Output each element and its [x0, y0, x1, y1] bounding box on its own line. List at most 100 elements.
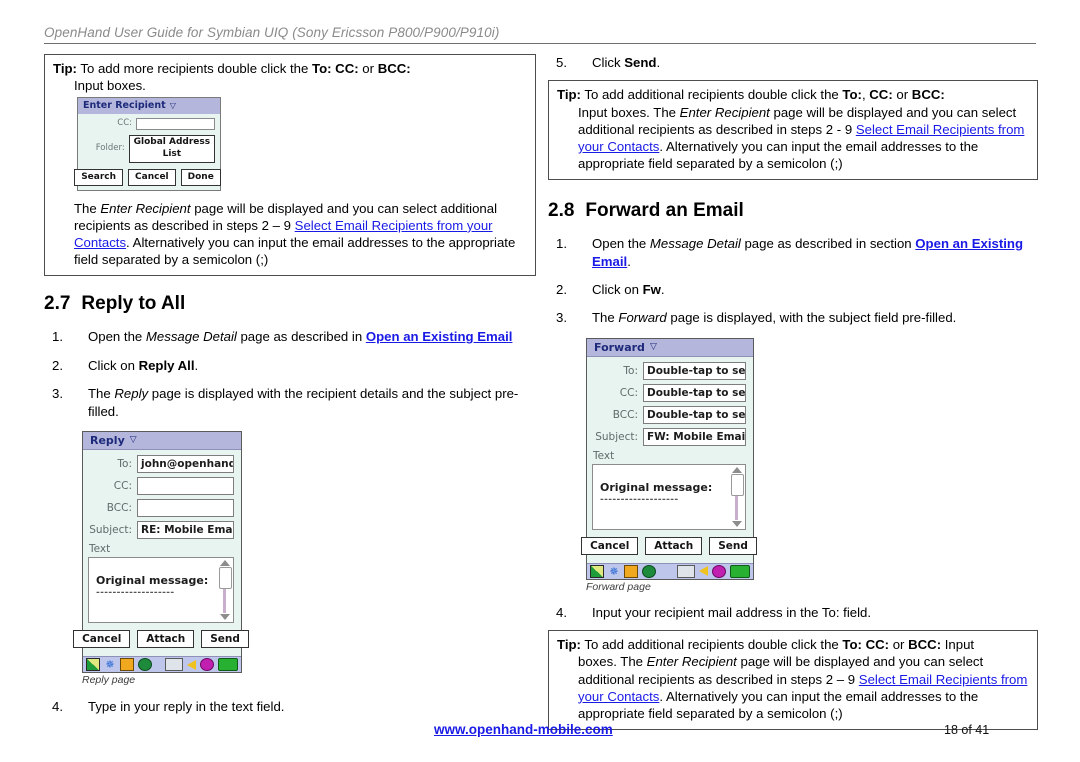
cc-input[interactable]: Double-tap to search: [643, 383, 746, 402]
scroll-thumb[interactable]: [731, 473, 744, 496]
tip-bold-bcc: BCC:: [377, 61, 411, 76]
chevron-down-icon[interactable]: ▽: [130, 436, 137, 445]
reply-taskbar: ✵: [83, 656, 241, 673]
step-text-a: Click on: [88, 357, 139, 373]
clock-icon[interactable]: [712, 564, 726, 578]
browser-icon[interactable]: [138, 658, 152, 672]
message-textarea[interactable]: Original message: -------------------: [88, 557, 234, 624]
step-text-b: page as described in: [236, 329, 366, 345]
tip3-sep1: or: [889, 637, 909, 653]
bluetooth-icon[interactable]: ✵: [104, 659, 116, 670]
step-text-bold: Reply All: [138, 357, 195, 373]
reply-screenshot-wrapper: Reply ▽ To: john@openhand.con CC: BCC: S…: [73, 431, 249, 686]
speaker-icon[interactable]: [187, 659, 196, 670]
keyboard-icon[interactable]: [165, 658, 183, 672]
step-text-a: Type in your reply in the text field.: [88, 699, 285, 715]
textarea-scrollbar[interactable]: [218, 560, 232, 621]
tip3-lead: To add additional recipients double clic…: [580, 637, 843, 653]
field-row-bcc: BCC:: [88, 499, 234, 518]
to-label: To:: [117, 458, 132, 471]
forward-taskbar: ✵: [587, 562, 753, 579]
to-input[interactable]: Double-tap to search: [643, 361, 746, 380]
header-title: OpenHand User Guide for Symbian UIQ (Son…: [44, 25, 500, 40]
step-text-a: The: [592, 310, 619, 326]
search-button[interactable]: Search: [74, 169, 124, 186]
scroll-track[interactable]: [219, 567, 232, 614]
send-button[interactable]: Send: [201, 630, 249, 649]
bcc-input[interactable]: Double-tap to search: [643, 405, 746, 424]
step-item: 3. The Reply page is displayed with the …: [44, 385, 536, 420]
step-text-b: .: [656, 55, 661, 70]
steps-list-2-8-cont: 4. Input your recipient mail address in …: [548, 604, 1038, 621]
battery-icon[interactable]: [730, 564, 750, 578]
cancel-button[interactable]: Cancel: [73, 630, 131, 649]
tip-label: Tip:: [53, 61, 77, 76]
bcc-input[interactable]: [137, 499, 234, 518]
subject-input[interactable]: FW: Mobile Email: [643, 427, 746, 446]
step-number: 1.: [556, 236, 567, 252]
text-label: Text: [89, 543, 111, 556]
to-input[interactable]: john@openhand.con: [137, 455, 234, 474]
done-button[interactable]: Done: [180, 169, 221, 186]
tip2-bold-bcc: BCC:: [911, 87, 945, 103]
bluetooth-icon[interactable]: ✵: [608, 566, 620, 577]
signal-icon[interactable]: [590, 564, 604, 578]
step-text-a: Open the: [592, 236, 650, 252]
message-textarea[interactable]: Original message: -------------------: [592, 463, 746, 530]
footer-url-link[interactable]: www.openhand-mobile.com: [434, 722, 613, 737]
scroll-up-icon[interactable]: [731, 466, 742, 473]
scroll-down-icon[interactable]: [219, 614, 230, 621]
attach-button[interactable]: Attach: [137, 630, 195, 649]
enter-recipient-titlebar: Enter Recipient ▽: [78, 98, 220, 114]
section-title: Reply to All: [81, 293, 186, 315]
textarea-scrollbar[interactable]: [730, 466, 744, 527]
chevron-down-icon[interactable]: ▽: [170, 101, 176, 111]
scroll-track[interactable]: [731, 473, 744, 520]
clock-icon[interactable]: [200, 658, 214, 672]
mail-icon[interactable]: [624, 564, 638, 578]
reply-titlebar: Reply ▽: [83, 432, 241, 451]
step-number: 2.: [52, 357, 63, 373]
step-text-bold: Send: [624, 55, 657, 70]
link-contacts[interactable]: Contacts: [74, 235, 126, 250]
subject-input[interactable]: RE: Mobile Email: [137, 521, 234, 540]
link-open-existing-email[interactable]: Open an Existing Email: [366, 329, 513, 344]
cancel-button[interactable]: Cancel: [128, 169, 176, 186]
tip2-bold-cc: CC:: [869, 87, 893, 103]
scroll-down-icon[interactable]: [731, 520, 742, 527]
tip2-body-italic: Enter Recipient: [679, 104, 770, 120]
step-item: 2. Click on Fw.: [548, 281, 1038, 298]
attach-button[interactable]: Attach: [645, 536, 703, 555]
enter-recipient-screenshot: Enter Recipient ▽ CC: Folder: Global Add…: [74, 97, 221, 191]
reply-screenshot: Reply ▽ To: john@openhand.con CC: BCC: S…: [73, 431, 249, 674]
step-number: 1.: [52, 329, 63, 345]
forward-action-buttons: Cancel Attach Send: [581, 536, 757, 560]
step-item: 2. Click on Reply All.: [44, 357, 536, 374]
tip-line2: Input boxes.: [74, 78, 146, 94]
enter-recipient-cc-row: CC:: [80, 117, 215, 130]
keyboard-icon[interactable]: [677, 564, 695, 578]
mail-icon[interactable]: [120, 658, 134, 672]
cc-input[interactable]: [137, 477, 234, 496]
chevron-down-icon[interactable]: ▽: [650, 342, 657, 352]
enter-recipient-title: Enter Recipient: [83, 99, 166, 111]
cancel-button[interactable]: Cancel: [581, 536, 639, 555]
cc-input[interactable]: [136, 117, 215, 130]
tip2-lead: To add additional recipients double clic…: [580, 87, 843, 103]
signal-icon[interactable]: [86, 658, 100, 672]
step-text-a: Open the: [88, 329, 146, 345]
step-number: 2.: [556, 282, 567, 298]
link-select-email-recipients[interactable]: Select Email Recipients from your: [295, 218, 493, 233]
scroll-thumb[interactable]: [219, 567, 232, 590]
send-button[interactable]: Send: [709, 536, 757, 555]
field-row-cc: CC: Double-tap to search: [592, 383, 746, 402]
field-row-subject: Subject: FW: Mobile Email: [592, 427, 746, 446]
browser-icon[interactable]: [642, 564, 656, 578]
enter-recipient-body: CC: Folder: Global Address List Search C…: [74, 114, 221, 190]
section-title: Forward an Email: [585, 200, 744, 222]
scroll-up-icon[interactable]: [219, 560, 230, 567]
battery-icon[interactable]: [218, 658, 238, 672]
global-address-list-button[interactable]: Global Address List: [128, 134, 215, 164]
tip-mid-text: or: [358, 61, 378, 76]
speaker-icon[interactable]: [699, 566, 708, 577]
